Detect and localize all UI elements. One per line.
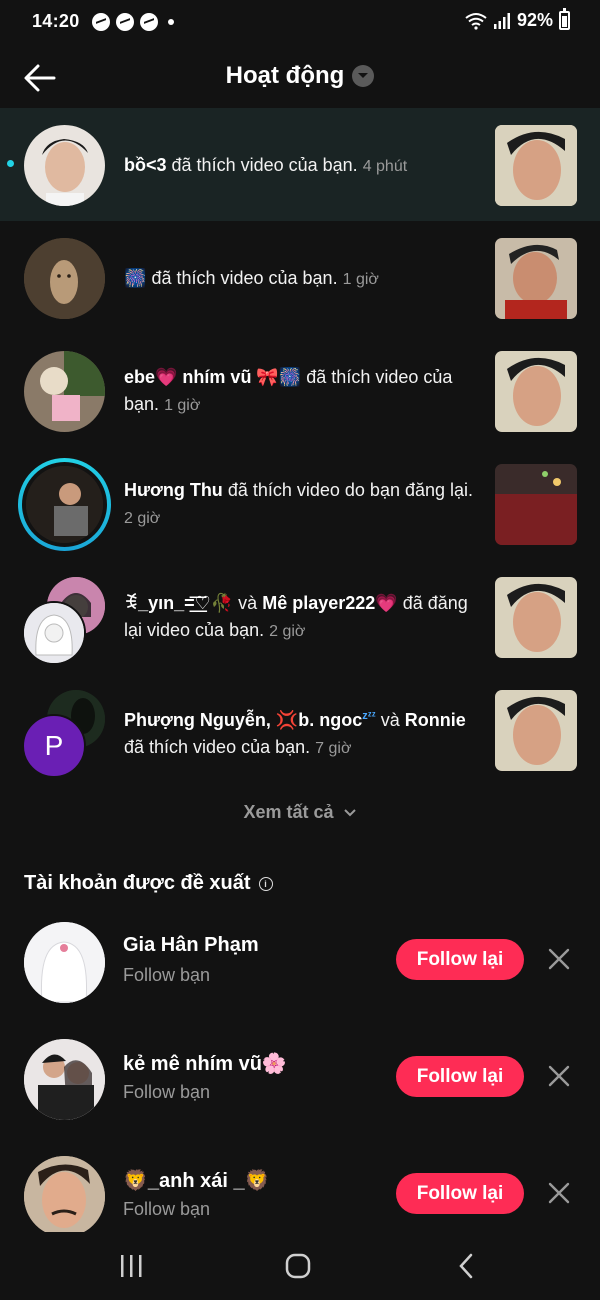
- activity-action: đã thích video của bạn.: [151, 268, 338, 288]
- avatar[interactable]: [24, 238, 105, 319]
- activity-text: bồ<3 đã thích video của bạn. 4 phút: [124, 152, 474, 180]
- user-name-2[interactable]: Ronnie: [405, 710, 466, 730]
- avatar[interactable]: [22, 601, 86, 665]
- messenger-icon: [140, 13, 158, 31]
- video-thumbnail[interactable]: [495, 577, 577, 658]
- notification-icons: [92, 13, 174, 31]
- follow-back-button[interactable]: Follow lại: [396, 939, 524, 980]
- back-chevron-icon: [459, 1253, 473, 1279]
- info-icon[interactable]: i: [258, 876, 273, 891]
- video-thumbnail[interactable]: [495, 125, 577, 206]
- unread-indicator: [7, 160, 14, 167]
- avatar[interactable]: [24, 1156, 105, 1237]
- activity-item[interactable]: Hương Thu đã thích video do bạn đăng lại…: [0, 447, 600, 560]
- messenger-icon: [92, 13, 110, 31]
- avatar[interactable]: [24, 125, 105, 206]
- video-thumbnail[interactable]: [495, 690, 577, 771]
- avatar-letter: P: [44, 730, 64, 761]
- home-button[interactable]: [278, 1250, 318, 1282]
- account-subtitle: Follow bạn: [123, 1199, 211, 1219]
- chevron-down-icon: [343, 809, 356, 817]
- user-name[interactable]: ebe💗 nhím vũ 🎀🎆: [124, 367, 301, 387]
- status-bar: 14:20 92%: [0, 0, 600, 44]
- suggested-title: Tài khoản được đề xuất: [24, 872, 251, 894]
- account-subtitle: Follow bạn: [123, 965, 211, 985]
- avatar[interactable]: P: [22, 714, 86, 778]
- battery-percent: 92%: [516, 10, 553, 30]
- account-name[interactable]: 🦁_anh xái _🦁: [123, 1168, 270, 1193]
- suggested-account[interactable]: kẻ mê nhím vũ🌸 Follow bạn Follow lại: [0, 1035, 600, 1135]
- battery-icon: [559, 8, 570, 30]
- messenger-icon: [116, 13, 134, 31]
- account-name[interactable]: Gia Hân Phạm: [123, 934, 259, 957]
- activity-text: ebe💗 nhím vũ 🎀🎆 đã thích video của bạn. …: [124, 364, 474, 419]
- recent-apps-icon: [121, 1255, 142, 1277]
- close-icon[interactable]: [546, 1180, 572, 1206]
- activity-action: đã thích video của bạn.: [171, 155, 358, 175]
- see-all-label: Xem tất cả: [243, 802, 334, 822]
- more-notifications-icon: [168, 19, 174, 25]
- system-nav-bar: [0, 1232, 600, 1300]
- activity-item[interactable]: P Phượng Nguyễn, 💢b. ngoczᶻᶻ và Ronnie đ…: [0, 673, 600, 786]
- user-name[interactable]: Phượng Nguyễn, 💢b. ngoc: [124, 710, 362, 730]
- home-icon: [285, 1253, 311, 1279]
- activity-text: 🎆 đã thích video của bạn. 1 giờ: [124, 265, 474, 293]
- close-icon[interactable]: [546, 1063, 572, 1089]
- see-all-link[interactable]: Xem tất cả: [0, 802, 600, 823]
- avatar[interactable]: [24, 351, 105, 432]
- wifi-icon: [465, 12, 487, 30]
- user-name[interactable]: Hương Thu: [124, 480, 223, 500]
- activity-text: ꉂ_yın_=͟͟͞♡🥀 và Mê player222💗 đã đăng lạ…: [124, 590, 474, 645]
- recent-apps-button[interactable]: [111, 1250, 151, 1282]
- user-name[interactable]: 🎆: [124, 268, 146, 288]
- activity-item[interactable]: bồ<3 đã thích video của bạn. 4 phút: [0, 108, 600, 221]
- follow-back-button[interactable]: Follow lại: [396, 1173, 524, 1214]
- account-name[interactable]: kẻ mê nhím vũ🌸: [123, 1051, 287, 1076]
- activity-item[interactable]: 🎆 đã thích video của bạn. 1 giờ: [0, 221, 600, 334]
- activity-action: đã thích video do bạn đăng lại.: [227, 480, 474, 500]
- activity-list: bồ<3 đã thích video của bạn. 4 phút 🎆 đã…: [0, 108, 600, 786]
- suggested-accounts-heading: Tài khoản được đề xuất i: [24, 872, 273, 895]
- video-thumbnail[interactable]: [495, 238, 577, 319]
- activity-time: 1 giờ: [164, 397, 201, 414]
- activity-action: đã thích video của bạn.: [124, 737, 311, 757]
- status-time: 14:20: [32, 11, 80, 31]
- video-thumbnail[interactable]: [495, 464, 577, 545]
- user-name[interactable]: bồ<3: [124, 155, 167, 175]
- activity-time: 2 giờ: [269, 623, 306, 640]
- status-right: 92%: [465, 8, 570, 31]
- activity-item[interactable]: ꉂ_yın_=͟͟͞♡🥀 và Mê player222💗 đã đăng lạ…: [0, 560, 600, 673]
- header: Hoạt động: [0, 52, 600, 106]
- avatar[interactable]: [24, 1039, 105, 1120]
- activity-time: 1 giờ: [342, 271, 379, 288]
- user-name-2[interactable]: Mê player222💗: [262, 593, 397, 613]
- follow-back-button[interactable]: Follow lại: [396, 1056, 524, 1097]
- activity-item[interactable]: ebe💗 nhím vũ 🎀🎆 đã thích video của bạn. …: [0, 334, 600, 447]
- account-subtitle: Follow bạn: [123, 1082, 211, 1102]
- suggested-account[interactable]: Gia Hân Phạm Follow bạn Follow lại: [0, 918, 600, 1018]
- activity-joiner: và: [380, 710, 400, 730]
- close-icon[interactable]: [546, 946, 572, 972]
- activity-joiner: và: [238, 593, 258, 613]
- back-button[interactable]: [446, 1250, 486, 1282]
- title-dropdown[interactable]: Hoạt động: [0, 62, 600, 90]
- user-name[interactable]: ꉂ_yın_=͟͟͞♡🥀: [124, 593, 233, 613]
- story-avatar[interactable]: [18, 458, 111, 551]
- activity-text: Phượng Nguyễn, 💢b. ngoczᶻᶻ và Ronnie đã …: [124, 710, 466, 757]
- activity-text: Hương Thu đã thích video do bạn đăng lại…: [124, 477, 474, 532]
- signal-icon: [493, 12, 510, 29]
- chevron-down-icon: [352, 65, 375, 87]
- page-title: Hoạt động: [225, 62, 345, 89]
- video-thumbnail[interactable]: [495, 351, 577, 432]
- activity-time: 7 giờ: [315, 740, 352, 757]
- activity-time: 2 giờ: [124, 510, 161, 527]
- avatar[interactable]: [24, 922, 105, 1003]
- activity-time: 4 phút: [362, 158, 408, 175]
